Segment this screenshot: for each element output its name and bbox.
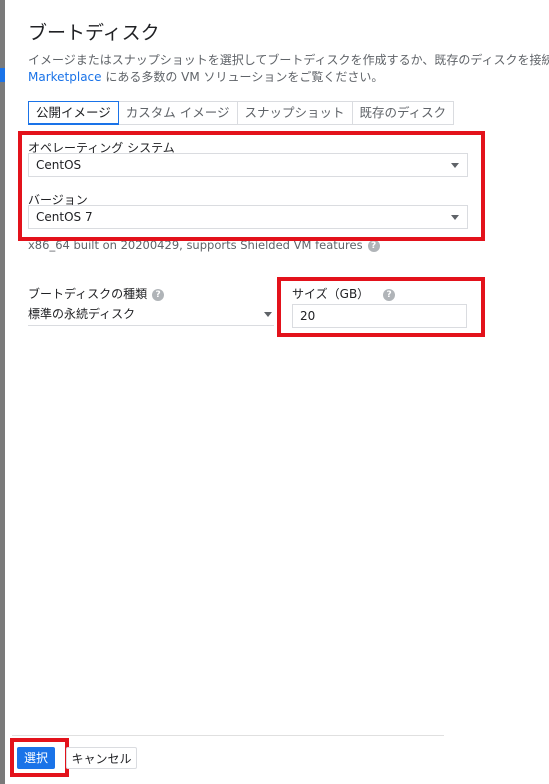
marketplace-link[interactable]: Marketplace	[28, 70, 102, 84]
tab-snapshots[interactable]: スナップショット	[237, 101, 353, 125]
version-select-value: CentOS 7	[36, 210, 93, 224]
size-label-text: サイズ（GB）	[292, 287, 370, 301]
size-input-value: 20	[300, 309, 316, 323]
os-select-value: CentOS	[36, 158, 82, 172]
help-icon[interactable]: ?	[367, 239, 380, 252]
dropdown-arrow-icon	[451, 215, 459, 220]
tab-existing-disks[interactable]: 既存のディスク	[352, 101, 455, 125]
background-strip	[0, 0, 5, 784]
image-info-value: x86_64 built on 20200429, supports Shiel…	[28, 238, 363, 252]
dialog-description: イメージまたはスナップショットを選択してブートディスクを作成するか、既存のディス…	[28, 52, 549, 86]
image-source-tabs: 公開イメージ カスタム イメージ スナップショット 既存のディスク	[28, 101, 455, 125]
disk-type-label-text: ブートディスクの種類	[28, 287, 148, 301]
os-select[interactable]: CentOS	[28, 153, 468, 177]
background-accent	[0, 68, 5, 82]
description-line-2-text: にある多数の VM ソリューションをご覧ください。	[101, 70, 384, 84]
select-button[interactable]: 選択	[17, 747, 55, 769]
cancel-button[interactable]: キャンセル	[66, 747, 137, 769]
footer-divider	[12, 735, 444, 736]
description-line-1: イメージまたはスナップショットを選択してブートディスクを作成するか、既存のディス…	[28, 53, 549, 67]
tab-custom-images[interactable]: カスタム イメージ	[118, 101, 238, 125]
tab-public-images[interactable]: 公開イメージ	[28, 101, 119, 125]
image-info-text: x86_64 built on 20200429, supports Shiel…	[28, 238, 380, 252]
help-icon[interactable]: ?	[152, 288, 165, 301]
dropdown-arrow-icon	[451, 163, 459, 168]
dialog-title: ブートディスク	[28, 22, 160, 44]
version-select[interactable]: CentOS 7	[28, 205, 468, 229]
disk-type-select[interactable]: 標準の永続ディスク	[28, 303, 274, 326]
help-icon[interactable]: ?	[383, 288, 396, 301]
description-line-2: Marketplace にある多数の VM ソリューションをご覧ください。	[28, 69, 549, 86]
size-input[interactable]: 20	[292, 304, 467, 328]
dropdown-arrow-icon	[264, 312, 272, 317]
disk-type-select-value: 標準の永続ディスク	[28, 307, 136, 321]
disk-type-label: ブートディスクの種類?	[28, 285, 165, 302]
size-label: サイズ（GB）?	[292, 285, 396, 302]
